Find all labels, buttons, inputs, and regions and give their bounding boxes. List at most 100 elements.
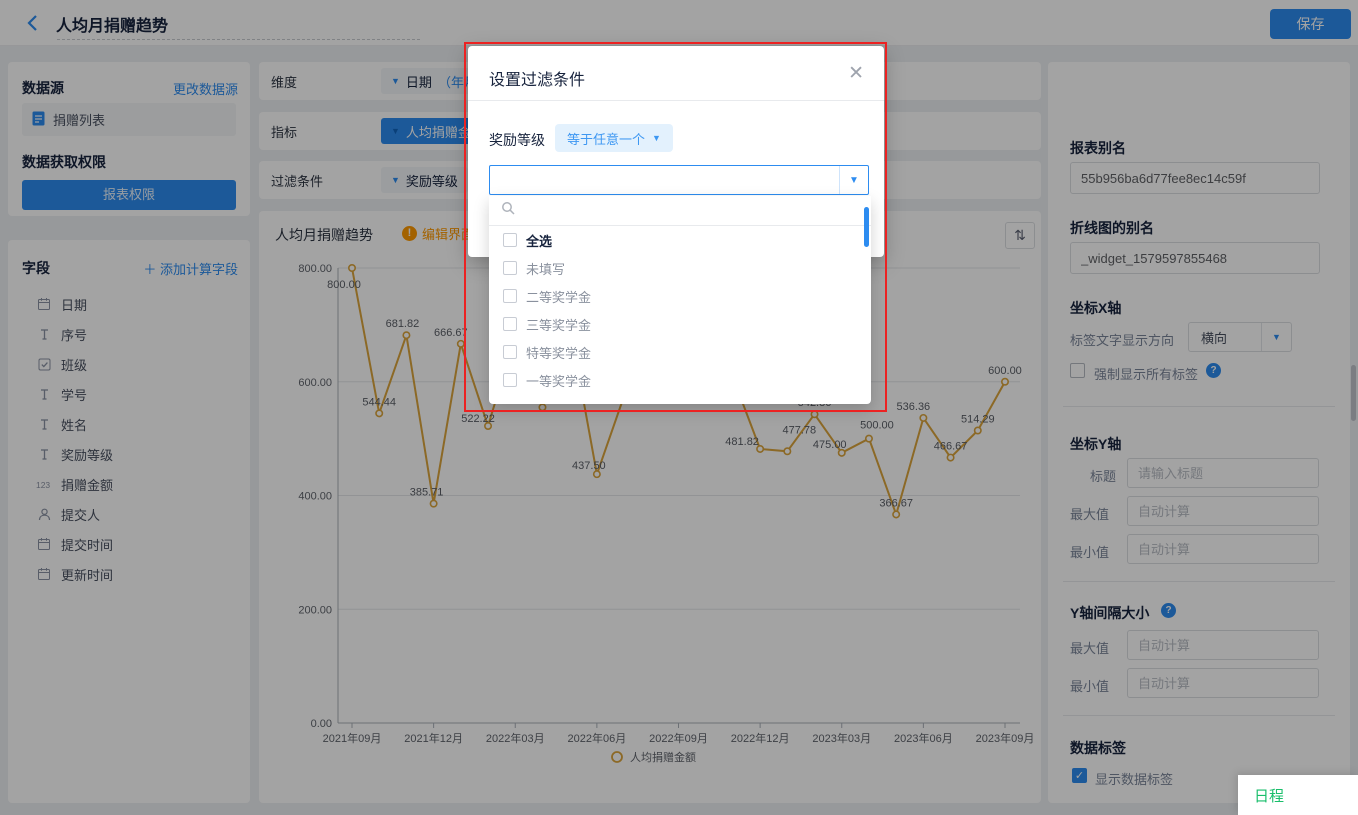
dropdown-option[interactable]: 一等奖学金 bbox=[489, 366, 871, 394]
dropdown-option[interactable]: 未填写 bbox=[489, 254, 871, 282]
interval-max-input[interactable] bbox=[1127, 630, 1319, 660]
option-checkbox[interactable] bbox=[503, 233, 517, 247]
field-item-label: 更新时间 bbox=[61, 565, 113, 584]
field-item[interactable]: 姓名 bbox=[22, 412, 242, 436]
dropdown-option[interactable]: 二等奖学金 bbox=[489, 282, 871, 310]
person-icon bbox=[36, 508, 52, 521]
field-item[interactable]: 123捐赠金额 bbox=[22, 472, 242, 496]
chart-point[interactable] bbox=[920, 415, 926, 421]
plus-icon: ＋ bbox=[143, 262, 160, 277]
chevron-down-icon: ▼ bbox=[391, 175, 400, 185]
modal-title: 设置过滤条件 bbox=[489, 66, 585, 90]
y-min-input[interactable] bbox=[1127, 534, 1319, 564]
force-show-labels-checkbox[interactable] bbox=[1070, 363, 1085, 378]
field-item-label: 学号 bbox=[61, 385, 87, 404]
scrollbar-thumb[interactable] bbox=[1351, 365, 1356, 421]
label-direction-select[interactable]: 横向 ▼ bbox=[1188, 322, 1292, 352]
chart-point[interactable] bbox=[784, 448, 790, 454]
floating-option-label: 日程 bbox=[1254, 785, 1284, 806]
dropdown-option[interactable]: 全选 bbox=[489, 226, 871, 254]
x-tick-label: 2023年03月 bbox=[812, 731, 871, 745]
option-label: 三等奖学金 bbox=[526, 315, 591, 334]
chart-data-label: 681.82 bbox=[386, 318, 420, 330]
y-interval-title: Y轴间隔大小 bbox=[1070, 603, 1149, 623]
chart-data-label: 500.00 bbox=[860, 420, 894, 432]
chart-data-label: 477.78 bbox=[783, 424, 817, 436]
chart-point[interactable] bbox=[349, 265, 355, 271]
operator-dropdown[interactable]: 等于任意一个 ▼ bbox=[555, 124, 673, 152]
show-data-label-checkbox[interactable]: ✓ bbox=[1072, 768, 1087, 783]
chart-data-label: 536.36 bbox=[897, 401, 931, 413]
x-tick-label: 2021年12月 bbox=[404, 731, 463, 745]
widget-alias-input[interactable] bbox=[1070, 242, 1320, 274]
help-icon[interactable]: ? bbox=[1206, 363, 1221, 378]
chart-data-label: 600.00 bbox=[988, 365, 1022, 377]
field-item[interactable]: 日期 bbox=[22, 292, 242, 316]
x-tick-label: 2023年09月 bbox=[976, 731, 1035, 745]
field-item[interactable]: 班级 bbox=[22, 352, 242, 376]
option-checkbox[interactable] bbox=[503, 261, 517, 275]
back-icon[interactable] bbox=[24, 13, 44, 33]
chart-data-label: 475.00 bbox=[813, 439, 847, 451]
y-title-input[interactable] bbox=[1127, 458, 1319, 488]
field-item[interactable]: 更新时间 bbox=[22, 562, 242, 586]
option-checkbox[interactable] bbox=[503, 317, 517, 331]
add-calc-field-link[interactable]: ＋ 添加计算字段 bbox=[143, 259, 238, 278]
chart-data-label: 800.00 bbox=[327, 279, 361, 291]
chart-point[interactable] bbox=[403, 332, 409, 338]
chart-point[interactable] bbox=[376, 410, 382, 416]
svg-text:123: 123 bbox=[36, 480, 50, 490]
option-label: 一等奖学金 bbox=[526, 371, 591, 390]
dropdown-option[interactable]: 三等奖学金 bbox=[489, 310, 871, 338]
report-alias-input[interactable] bbox=[1070, 162, 1320, 194]
show-data-label-label: 显示数据标签 bbox=[1095, 769, 1173, 788]
option-checkbox[interactable] bbox=[503, 345, 517, 359]
chart-point[interactable] bbox=[866, 435, 872, 441]
option-checkbox[interactable] bbox=[503, 373, 517, 387]
close-icon[interactable]: ✕ bbox=[848, 62, 864, 85]
y-max-input[interactable] bbox=[1127, 496, 1319, 526]
legend-label[interactable]: 人均捐赠金额 bbox=[630, 750, 696, 764]
filter-chip[interactable]: ▼ 奖励等级 bbox=[381, 167, 468, 193]
chart-point[interactable] bbox=[947, 454, 953, 460]
save-button[interactable]: 保存 bbox=[1270, 9, 1351, 39]
x-tick-label: 2022年06月 bbox=[568, 731, 627, 745]
field-item[interactable]: 序号 bbox=[22, 322, 242, 346]
chart-point[interactable] bbox=[430, 500, 436, 506]
datasource-item[interactable]: 捐赠列表 bbox=[22, 103, 236, 136]
field-item[interactable]: 提交时间 bbox=[22, 532, 242, 556]
report-permission-button[interactable]: 报表权限 bbox=[22, 180, 236, 210]
widget-alias-title: 折线图的别名 bbox=[1070, 218, 1154, 238]
datasource-name: 捐赠列表 bbox=[53, 110, 105, 129]
field-item[interactable]: 提交人 bbox=[22, 502, 242, 526]
interval-min-label: 最小值 bbox=[1070, 676, 1109, 695]
chart-point[interactable] bbox=[458, 341, 464, 347]
field-item[interactable]: 奖励等级 bbox=[22, 442, 242, 466]
chart-point[interactable] bbox=[975, 427, 981, 433]
chart-point[interactable] bbox=[539, 404, 545, 410]
chart-data-label: 466.67 bbox=[934, 441, 968, 453]
search-input[interactable] bbox=[524, 196, 871, 225]
chart-point[interactable] bbox=[811, 411, 817, 417]
dropdown-option[interactable]: 特等奖学金 bbox=[489, 338, 871, 366]
help-icon[interactable]: ? bbox=[1161, 603, 1176, 618]
filter-value-select[interactable]: ▼ bbox=[489, 165, 869, 195]
x-axis-title: 坐标X轴 bbox=[1070, 298, 1121, 318]
y-min-label: 最小值 bbox=[1070, 542, 1109, 561]
chart-data-label: 514.29 bbox=[961, 413, 995, 425]
chart-point[interactable] bbox=[893, 511, 899, 517]
datasource-title: 数据源 bbox=[22, 78, 64, 98]
chart-point[interactable] bbox=[1002, 379, 1008, 385]
y-title-label: 标题 bbox=[1090, 466, 1116, 485]
interval-min-input[interactable] bbox=[1127, 668, 1319, 698]
option-checkbox[interactable] bbox=[503, 289, 517, 303]
divider bbox=[1063, 581, 1335, 582]
floating-option[interactable]: 日程 bbox=[1238, 775, 1358, 815]
dropdown-option-list: 全选未填写二等奖学金三等奖学金特等奖学金一等奖学金 bbox=[489, 226, 871, 394]
dropdown-scrollbar-thumb[interactable] bbox=[864, 207, 869, 247]
change-datasource-link[interactable]: 更改数据源 bbox=[173, 79, 238, 98]
chevron-down-icon: ▼ bbox=[391, 76, 400, 86]
x-tick-label: 2023年06月 bbox=[894, 731, 953, 745]
field-item-label: 奖励等级 bbox=[61, 445, 113, 464]
field-item[interactable]: 学号 bbox=[22, 382, 242, 406]
